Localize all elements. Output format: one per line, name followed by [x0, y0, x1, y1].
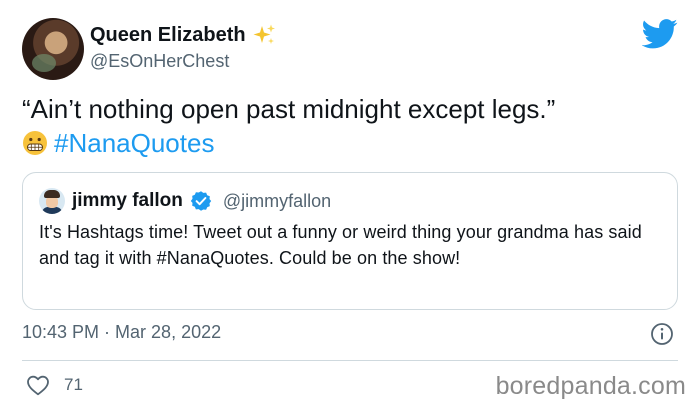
- quoted-author-name[interactable]: jimmy fallon: [72, 190, 183, 212]
- heart-icon[interactable]: [26, 374, 50, 396]
- author-avatar[interactable]: [22, 18, 84, 80]
- quoted-author-handle[interactable]: @jimmyfallon: [223, 191, 331, 212]
- divider: [22, 360, 678, 361]
- author-display-name[interactable]: Queen Elizabeth: [90, 24, 246, 47]
- author-name-row: Queen Elizabeth: [90, 22, 276, 48]
- twitter-bird-icon[interactable]: [642, 18, 678, 50]
- tweet-quote-text: “Ain’t nothing open past midnight except…: [22, 94, 556, 124]
- sparkles-icon: [253, 24, 275, 44]
- quoted-author-avatar[interactable]: [39, 188, 65, 214]
- watermark: boredpanda.com: [495, 372, 686, 400]
- grimacing-face-icon: [23, 131, 47, 155]
- verified-badge-icon: [190, 191, 212, 211]
- quoted-tweet-text: It's Hashtags time! Tweet out a funny or…: [39, 222, 642, 268]
- author-handle[interactable]: @EsOnHerChest: [90, 51, 229, 72]
- tweet-hashtag-line: #NanaQuotes: [22, 126, 682, 160]
- tweet-header: Queen Elizabeth @EsOnHerChest: [22, 18, 682, 80]
- quoted-tweet-header: jimmy fallon @jimmyfallon: [39, 187, 331, 215]
- like-count: 71: [64, 375, 83, 394]
- tweet-hashtag-link[interactable]: #NanaQuotes: [54, 128, 214, 158]
- quoted-tweet-card[interactable]: jimmy fallon @jimmyfallon It's Hashtags …: [22, 172, 678, 310]
- tweet-timestamp[interactable]: 10:43 PM · Mar 28, 2022: [22, 322, 221, 343]
- tweet-body: “Ain’t nothing open past midnight except…: [22, 92, 682, 160]
- info-icon[interactable]: [650, 322, 674, 346]
